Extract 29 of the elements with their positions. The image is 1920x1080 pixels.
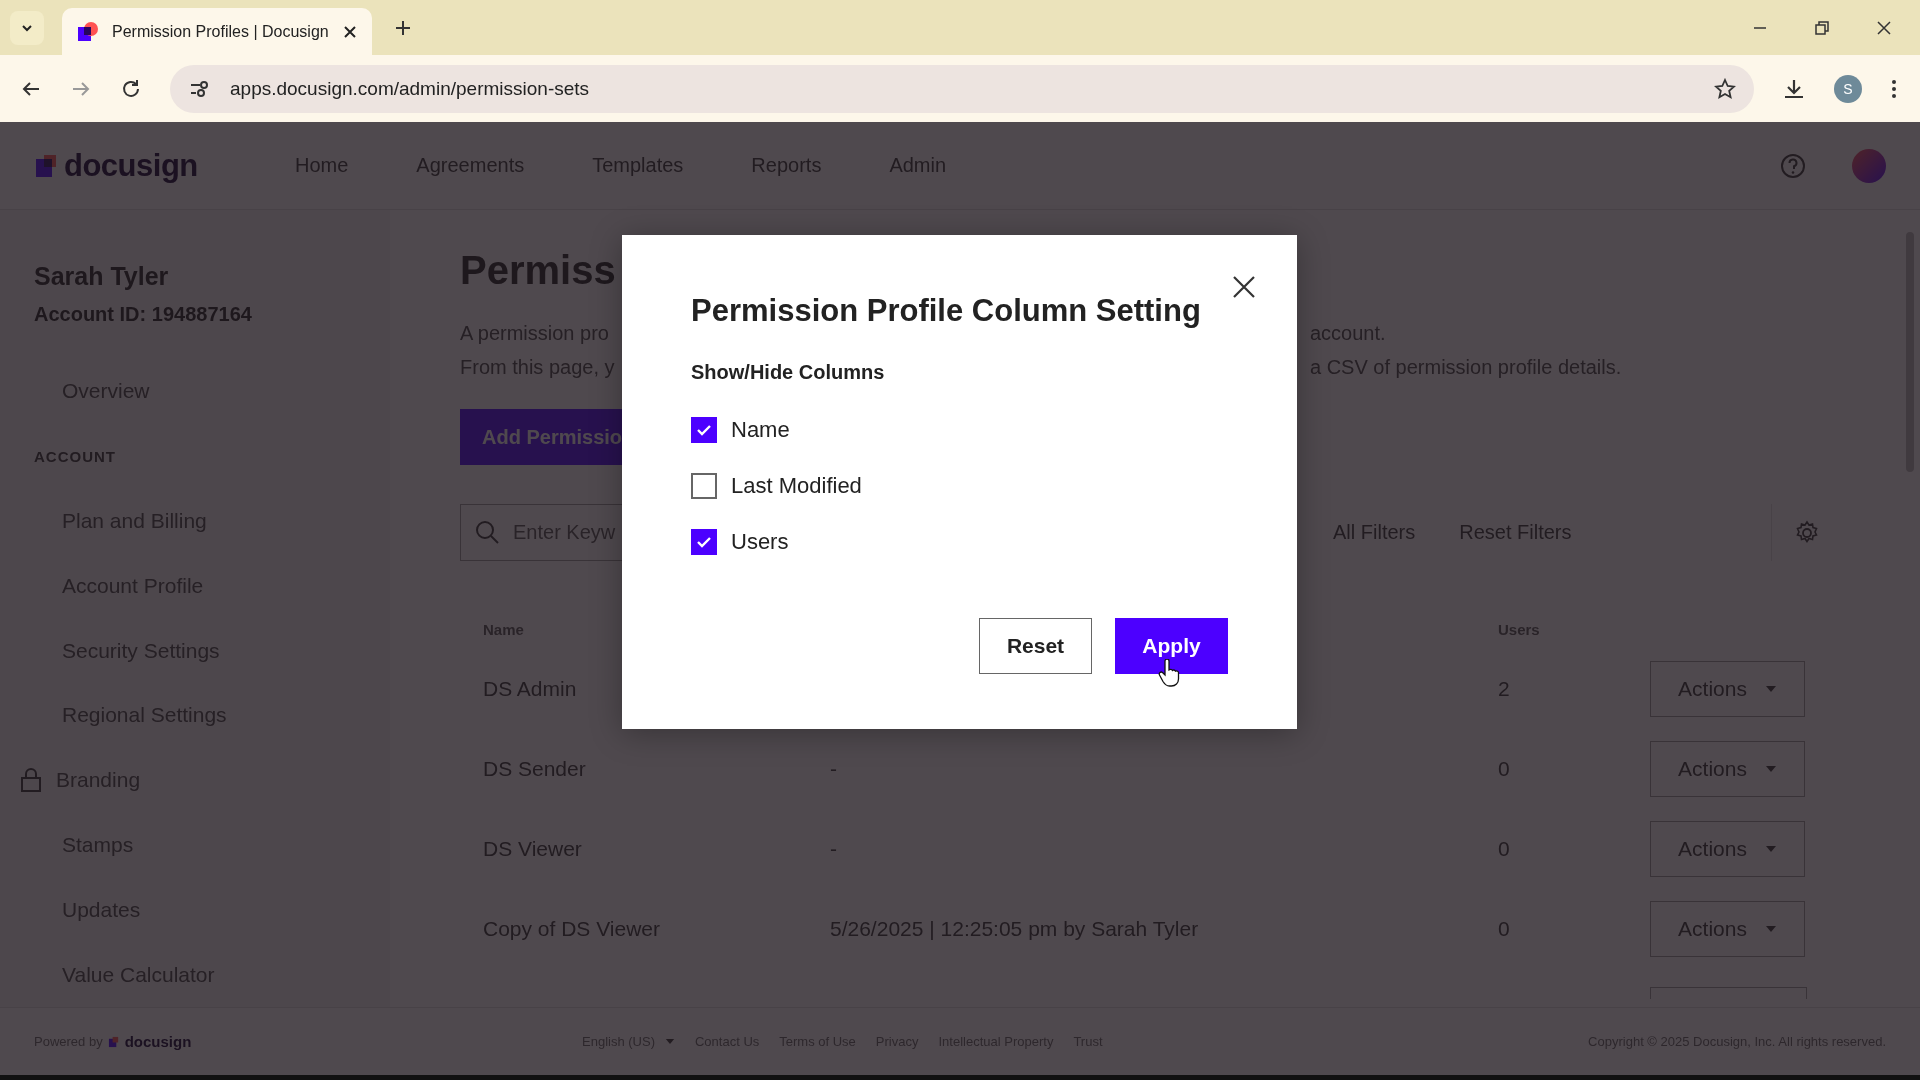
- plus-icon[interactable]: [394, 18, 412, 37]
- checkbox[interactable]: [691, 417, 717, 443]
- tab-title: Permission Profiles | Docusign: [112, 22, 330, 41]
- table-cell: -: [830, 757, 837, 780]
- hand-cursor-icon: [1158, 659, 1180, 687]
- close-icon[interactable]: [1231, 274, 1257, 300]
- checkbox-label[interactable]: Name: [731, 417, 790, 443]
- app-logo-icon: [76, 20, 100, 43]
- menu-icon[interactable]: [1890, 77, 1898, 100]
- star-icon[interactable]: [1714, 77, 1736, 100]
- restore-icon[interactable]: [1814, 19, 1830, 36]
- checkbox[interactable]: [691, 473, 717, 499]
- dialog-title: Permission Profile Column Setting: [691, 293, 1202, 329]
- profile-avatar[interactable]: S: [1834, 74, 1862, 103]
- close-icon[interactable]: [1876, 19, 1892, 36]
- logo-text: docusign: [64, 147, 198, 184]
- reset-button[interactable]: Reset: [979, 618, 1092, 674]
- close-icon[interactable]: [342, 23, 358, 40]
- browser-tab[interactable]: Permission Profiles | Docusign: [62, 8, 372, 55]
- footer-logo-text: docusign: [124, 1033, 192, 1050]
- address-bar[interactable]: apps.docusign.com/admin/permission-sets: [170, 64, 1754, 113]
- checkbox-label[interactable]: Users: [731, 529, 789, 555]
- apply-button[interactable]: Apply: [1115, 618, 1228, 674]
- section-label: Show/Hide Columns: [691, 361, 886, 384]
- url-text: apps.docusign.com/admin/permission-sets: [230, 77, 590, 100]
- reload-icon[interactable]: [120, 77, 142, 100]
- table-cell: -: [830, 837, 837, 860]
- checkbox[interactable]: [691, 529, 717, 555]
- checkbox-label[interactable]: Last Modified: [731, 473, 862, 499]
